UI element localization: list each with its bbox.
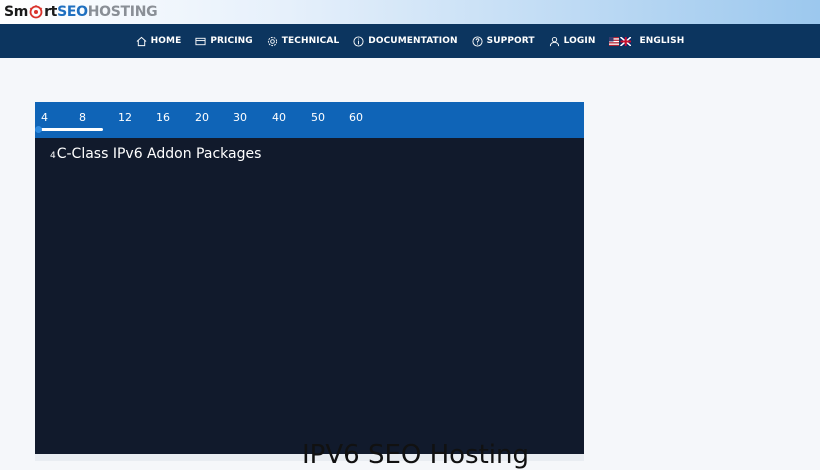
- logo-text-sm: Sm: [4, 4, 29, 20]
- main-navigation: HOME PRICING TECHNICAL DOCUMENTATION SUP…: [0, 24, 820, 58]
- flag-icon: [609, 36, 635, 46]
- section-heading: IPV6 SEO Hosting: [302, 440, 530, 470]
- home-icon: [136, 36, 147, 46]
- tab-20[interactable]: 20: [195, 111, 209, 124]
- nav-pricing[interactable]: PRICING: [195, 36, 253, 47]
- tab-40[interactable]: 40: [272, 111, 286, 124]
- tab-50[interactable]: 50: [311, 111, 325, 124]
- help-icon: [472, 35, 483, 47]
- nav-home[interactable]: HOME: [136, 36, 182, 47]
- tab-12[interactable]: 12: [118, 111, 132, 124]
- nav-technical[interactable]: TECHNICAL: [267, 36, 340, 47]
- nav-login[interactable]: LOGIN: [549, 36, 596, 47]
- nav-home-label: HOME: [150, 36, 182, 46]
- info-icon: [353, 35, 364, 47]
- top-banner: Sm rt SEO HOSTING: [0, 0, 820, 24]
- gear-icon: [267, 36, 277, 46]
- nav-language[interactable]: ENGLISH: [609, 36, 684, 46]
- tab-4[interactable]: 4: [41, 111, 48, 124]
- nav-login-label: LOGIN: [563, 36, 596, 46]
- nav-support-label: SUPPORT: [486, 36, 535, 46]
- nav-technical-label: TECHNICAL: [281, 36, 340, 46]
- package-title: 4C-Class IPv6 Addon Packages: [50, 146, 261, 162]
- tab-60[interactable]: 60: [349, 111, 363, 124]
- user-icon: [549, 36, 559, 46]
- logo-at-icon: [29, 5, 43, 19]
- package-title-text: C-Class IPv6 Addon Packages: [56, 146, 262, 162]
- nav-support[interactable]: SUPPORT: [472, 35, 535, 47]
- tab-8[interactable]: 8: [79, 111, 86, 124]
- nav-documentation-label: DOCUMENTATION: [368, 36, 458, 46]
- logo-text-seo: SEO: [57, 4, 88, 20]
- nav-documentation[interactable]: DOCUMENTATION: [353, 35, 458, 47]
- logo-text-rt: rt: [44, 4, 58, 20]
- logo-text-hosting: HOSTING: [87, 4, 158, 20]
- nav-pricing-label: PRICING: [210, 36, 253, 46]
- slider-handle[interactable]: [35, 126, 42, 133]
- ipv6-package-panel: 4 8 12 16 20 30 40 50 60 4C-Class IPv6 A…: [35, 102, 584, 454]
- package-count-slider[interactable]: 4 8 12 16 20 30 40 50 60: [35, 102, 584, 138]
- tab-16[interactable]: 16: [156, 111, 170, 124]
- slider-track[interactable]: [41, 128, 103, 131]
- package-count: 4: [50, 151, 56, 161]
- nav-language-label: ENGLISH: [639, 36, 685, 46]
- site-logo[interactable]: Sm rt SEO HOSTING: [4, 2, 158, 22]
- card-icon: [195, 37, 206, 45]
- tab-30[interactable]: 30: [233, 111, 247, 124]
